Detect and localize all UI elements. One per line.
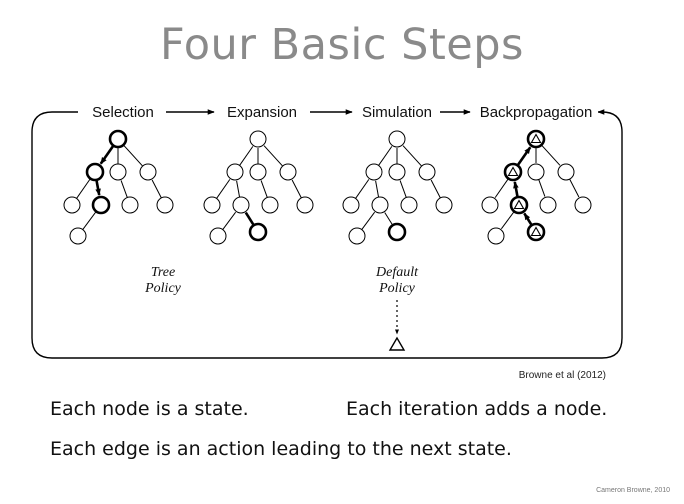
tree-edge (222, 211, 237, 230)
tree-node (365, 163, 383, 181)
tree-node (418, 163, 436, 181)
tree-selection (63, 129, 174, 245)
tree-edge (82, 211, 97, 230)
tree-edge (361, 211, 376, 230)
tree-node (388, 130, 406, 148)
tree-node (481, 196, 499, 214)
caption-node-state: Each node is a state. (50, 398, 249, 420)
tree-edge (430, 179, 441, 199)
tree-node (342, 196, 360, 214)
tree-edge (500, 211, 515, 230)
tree-node (139, 163, 157, 181)
tree-edge (517, 146, 532, 166)
tree-node (85, 162, 105, 182)
tree-node (226, 163, 244, 181)
tree-policy-label-line1: Tree (151, 265, 175, 280)
tree-edge (384, 212, 394, 226)
tree-node (557, 163, 575, 181)
tree-node (203, 196, 221, 214)
tree-node (63, 196, 81, 214)
tree-edge (151, 179, 162, 199)
tree-node (108, 129, 128, 149)
tree-node (69, 227, 87, 245)
tree-edge (569, 178, 580, 198)
tree-edge (541, 144, 561, 166)
tree-edge (239, 146, 254, 166)
step-label-backpropagation: Backpropagation (480, 104, 593, 121)
tree-edge (538, 179, 546, 197)
step-label-expansion: Expansion (227, 104, 297, 121)
tree-node (348, 227, 366, 245)
caption-edge-action: Each edge is an action leading to the ne… (50, 438, 512, 460)
tree-edge (120, 180, 128, 198)
tree-node (109, 163, 127, 181)
tree-node (249, 130, 267, 148)
tree-node (232, 196, 250, 214)
tree-node (279, 163, 297, 181)
tree-edge (263, 145, 283, 167)
tree-backpropagation (481, 129, 592, 245)
tree-edge (375, 180, 380, 198)
tree-node (121, 196, 139, 214)
tree-node (209, 227, 227, 245)
tree-node (388, 163, 406, 181)
tree-edge (523, 212, 533, 226)
tree-edge (399, 180, 407, 198)
tree-edge (236, 180, 241, 198)
terminal-state-triangle (388, 336, 406, 351)
tree-node (371, 196, 389, 214)
tree-node (487, 227, 505, 245)
tree-node (261, 196, 279, 214)
tree-edge (402, 145, 422, 167)
step-label-simulation: Simulation (362, 104, 432, 121)
tree-edge (291, 179, 302, 199)
tree-policy-label-line2: Policy (144, 281, 182, 296)
tree-node (574, 196, 592, 214)
mcts-steps-diagram: Selection Expansion Simulation Backpropa… (31, 102, 623, 359)
tree-node (539, 196, 557, 214)
tree-node (527, 163, 545, 181)
default-policy-label-line1: Default (375, 265, 419, 280)
citation: Browne et al (2012) (518, 370, 606, 381)
tree-edge (244, 211, 255, 226)
tree-edge (99, 145, 114, 165)
tree-edge (355, 179, 370, 199)
tree-node (296, 196, 314, 214)
tree-edge (494, 178, 509, 198)
tree-node (156, 196, 174, 214)
tree-node (400, 196, 418, 214)
tree-node (91, 195, 111, 215)
tree-edge (216, 179, 231, 199)
tree-edge (95, 180, 101, 196)
tree-expansion (203, 130, 314, 245)
tree-node (435, 196, 453, 214)
tree-simulation (342, 130, 453, 245)
tree-node (249, 163, 267, 181)
tree-edge (123, 145, 143, 167)
step-label-selection: Selection (92, 104, 154, 121)
tree-edge (378, 146, 393, 166)
tree-edge (260, 180, 268, 198)
tree-edge (76, 179, 91, 199)
caption-iteration-adds-node: Each iteration adds a node. (346, 398, 608, 420)
tree-edge (513, 181, 519, 197)
credit: Cameron Browne, 2010 (596, 487, 670, 494)
tree-node (248, 222, 268, 242)
default-policy-label-line2: Policy (378, 281, 416, 296)
tree-node (387, 222, 407, 242)
